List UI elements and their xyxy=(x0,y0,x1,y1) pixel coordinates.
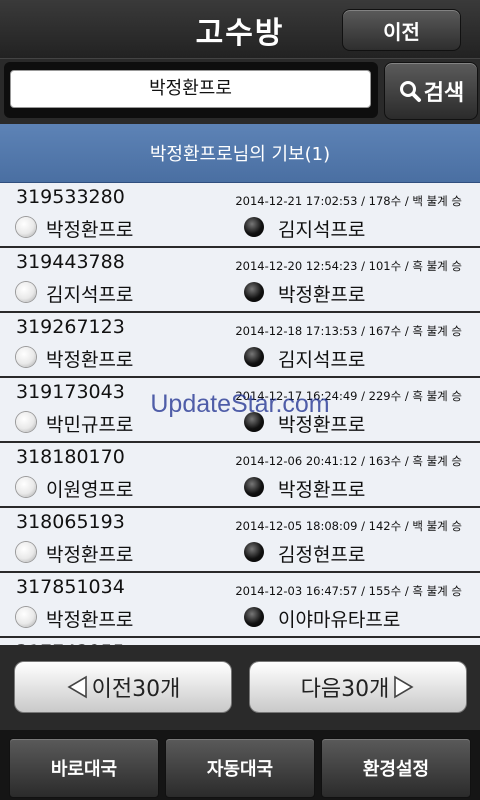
list-item[interactable]: 317742955 xyxy=(0,638,480,645)
game-meta: 2014-12-17 16:24:49 / 229수 / 흑 불계 승 xyxy=(235,389,462,403)
white-player: 김지석프로 xyxy=(46,284,134,306)
top-bar: 고수방 이전 xyxy=(0,0,480,58)
quick-game-button[interactable]: 바로대국 xyxy=(9,738,159,798)
black-player: 박정환프로 xyxy=(278,479,366,501)
white-stone-icon xyxy=(16,282,36,302)
search-icon xyxy=(399,81,421,102)
black-stone-icon xyxy=(244,347,264,367)
black-stone-icon xyxy=(244,412,264,432)
bottom-nav: 바로대국 자동대국 환경설정 xyxy=(0,730,480,800)
black-player: 김정현프로 xyxy=(278,544,366,566)
game-id: 317851034 xyxy=(16,576,125,598)
game-id: 319173043 xyxy=(16,381,125,403)
game-meta: 2014-12-06 20:41:12 / 163수 / 흑 불계 승 xyxy=(235,454,462,468)
list-item[interactable]: 319267123 2014-12-18 17:13:53 / 167수 / 흑… xyxy=(0,313,480,378)
list-title: 박정환프로님의 기보(1) xyxy=(0,124,480,183)
black-player: 박정환프로 xyxy=(278,414,366,436)
white-stone-icon xyxy=(16,607,36,627)
black-player: 이야마유타프로 xyxy=(278,609,401,631)
game-id: 318180170 xyxy=(16,446,125,468)
game-id: 319533280 xyxy=(16,186,125,208)
black-player: 김지석프로 xyxy=(278,349,366,371)
black-stone-icon xyxy=(244,607,264,627)
white-stone-icon xyxy=(16,412,36,432)
white-stone-icon xyxy=(16,542,36,562)
arrow-right-icon xyxy=(394,675,414,699)
game-meta: 2014-12-20 12:54:23 / 101수 / 흑 불계 승 xyxy=(235,259,462,273)
list-item[interactable]: 318065193 2014-12-05 18:08:09 / 142수 / 백… xyxy=(0,508,480,573)
search-button[interactable]: 검색 xyxy=(384,62,478,120)
black-stone-icon xyxy=(244,282,264,302)
game-meta: 2014-12-03 16:47:57 / 155수 / 흑 불계 승 xyxy=(235,584,462,598)
game-id: 319443788 xyxy=(16,251,125,273)
white-player: 박정환프로 xyxy=(46,349,134,371)
black-player: 김지석프로 xyxy=(278,219,366,241)
black-stone-icon xyxy=(244,542,264,562)
search-button-label: 검색 xyxy=(423,81,465,106)
white-player: 이원영프로 xyxy=(46,479,134,501)
settings-button[interactable]: 환경설정 xyxy=(321,738,471,798)
game-meta: 2014-12-18 17:13:53 / 167수 / 흑 불계 승 xyxy=(235,324,462,338)
white-stone-icon xyxy=(16,347,36,367)
black-stone-icon xyxy=(244,217,264,237)
game-meta: 2014-12-21 17:02:53 / 178수 / 백 불계 승 xyxy=(235,194,462,208)
back-button[interactable]: 이전 xyxy=(342,9,461,51)
arrow-left-icon xyxy=(67,675,87,699)
search-input[interactable]: 박정환프로 xyxy=(10,70,371,108)
list-item[interactable]: 317851034 2014-12-03 16:47:57 / 155수 / 흑… xyxy=(0,573,480,638)
white-player: 박정환프로 xyxy=(46,609,134,631)
game-record-list: 박정환프로님의 기보(1) 319533280 2014-12-21 17:02… xyxy=(0,124,480,645)
white-stone-icon xyxy=(16,477,36,497)
list-item[interactable]: 318180170 2014-12-06 20:41:12 / 163수 / 흑… xyxy=(0,443,480,508)
white-player: 박민규프로 xyxy=(46,414,134,436)
list-item[interactable]: 319443788 2014-12-20 12:54:23 / 101수 / 흑… xyxy=(0,248,480,313)
prev-page-button[interactable]: 이전30개 xyxy=(14,661,232,713)
game-meta: 2014-12-05 18:08:09 / 142수 / 백 불계 승 xyxy=(235,519,462,533)
white-player: 박정환프로 xyxy=(46,219,134,241)
next-page-label: 다음30개 xyxy=(300,677,390,702)
white-stone-icon xyxy=(16,217,36,237)
next-page-button[interactable]: 다음30개 xyxy=(249,661,467,713)
game-id: 318065193 xyxy=(16,511,125,533)
list-item[interactable]: 319533280 2014-12-21 17:02:53 / 178수 / 백… xyxy=(0,183,480,248)
black-player: 박정환프로 xyxy=(278,284,366,306)
list-item[interactable]: 319173043 2014-12-17 16:24:49 / 229수 / 흑… xyxy=(0,378,480,443)
auto-game-button[interactable]: 자동대국 xyxy=(165,738,315,798)
black-stone-icon xyxy=(244,477,264,497)
prev-page-label: 이전30개 xyxy=(91,677,181,702)
pagination-bar: 이전30개 다음30개 xyxy=(0,645,480,730)
game-id: 319267123 xyxy=(16,316,125,338)
white-player: 박정환프로 xyxy=(46,544,134,566)
